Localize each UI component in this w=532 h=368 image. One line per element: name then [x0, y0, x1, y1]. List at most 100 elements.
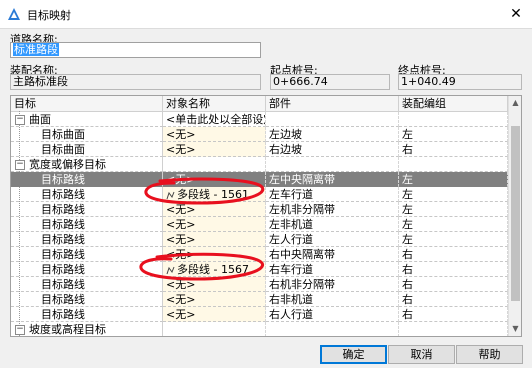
object-name-cell[interactable]	[163, 157, 266, 172]
header-object-name[interactable]: 对象名称	[163, 96, 266, 111]
target-cell[interactable]: 目标路线	[11, 187, 163, 202]
assembly-group-cell: 左	[399, 217, 508, 232]
collapse-toggle-icon[interactable]: −	[15, 160, 25, 170]
grid-header: 目标 对象名称 部件 装配编组	[11, 96, 508, 112]
object-name-cell[interactable]: <无>	[163, 277, 266, 292]
object-name-text: <无>	[166, 218, 196, 231]
start-station-field: 0+666.74	[270, 74, 390, 90]
table-row[interactable]: 目标路线 多段线 - 1567 右车行道右	[11, 262, 508, 277]
object-name-cell[interactable]: <无>	[163, 127, 266, 142]
target-cell[interactable]: 目标路线	[11, 172, 163, 187]
assembly-group-cell: 左	[399, 187, 508, 202]
object-name-text: <无>	[166, 143, 196, 156]
part-cell: 左非机道	[266, 217, 399, 232]
table-row[interactable]: 目标路线 多段线 - 1561 左车行道左	[11, 187, 508, 202]
object-name-cell[interactable]: <无>	[163, 142, 266, 157]
scroll-down-arrow-icon[interactable]: ▼	[509, 322, 521, 336]
target-label: 目标路线	[41, 293, 85, 306]
part-cell: 右机非分隔带	[266, 277, 399, 292]
part-cell: 右车行道	[266, 262, 399, 277]
part-cell: 右边坡	[266, 142, 399, 157]
object-name-text: <无>	[166, 308, 196, 321]
assembly-group-cell	[399, 322, 508, 336]
assembly-group-cell: 右	[399, 307, 508, 322]
object-name-text: <无>	[166, 173, 196, 186]
target-cell[interactable]: 目标路线	[11, 232, 163, 247]
target-cell[interactable]: 目标曲面	[11, 142, 163, 157]
target-cell[interactable]: − 曲面	[11, 112, 163, 127]
scroll-up-arrow-icon[interactable]: ▲	[509, 96, 521, 110]
table-row[interactable]: 目标路线 <无> 右人行道右	[11, 307, 508, 322]
close-button[interactable]: ✕	[500, 0, 532, 28]
object-name-cell[interactable]: 多段线 - 1567	[163, 262, 266, 277]
target-cell[interactable]: 目标路线	[11, 262, 163, 277]
part-cell: 左中央隔离带	[266, 172, 399, 187]
target-cell[interactable]: 目标曲面	[11, 127, 163, 142]
header-part[interactable]: 部件	[266, 96, 399, 111]
help-button[interactable]: 帮助	[456, 345, 523, 364]
tree-group-row[interactable]: −曲面<单击此处以全部设定>	[11, 112, 508, 127]
object-name-cell[interactable]: <无>	[163, 232, 266, 247]
target-cell[interactable]: 目标路线	[11, 292, 163, 307]
road-name-field[interactable]: 标准路段	[10, 42, 261, 58]
object-name-cell[interactable]: <无>	[163, 292, 266, 307]
group-label: 坡度或高程目标	[29, 323, 106, 336]
tree-group-row[interactable]: − 宽度或偏移目标	[11, 157, 508, 172]
target-cell[interactable]: 目标路线	[11, 277, 163, 292]
object-name-text: <单击此处以全部设定>	[166, 113, 265, 126]
target-cell[interactable]: 目标路线	[11, 307, 163, 322]
group-label: 曲面	[29, 113, 51, 126]
object-name-cell[interactable]: <无>	[163, 202, 266, 217]
object-name-text: 多段线 - 1561	[177, 188, 249, 201]
table-row[interactable]: 目标路线 <无> 右中央隔离带右	[11, 247, 508, 262]
target-cell[interactable]: − 宽度或偏移目标	[11, 157, 163, 172]
polyline-icon	[166, 191, 175, 199]
target-label: 目标曲面	[41, 128, 85, 141]
object-name-cell[interactable]: <无>	[163, 172, 266, 187]
target-cell[interactable]: 目标路线	[11, 217, 163, 232]
assembly-group-cell: 左	[399, 202, 508, 217]
table-row[interactable]: 目标路线 <无> 右机非分隔带右	[11, 277, 508, 292]
table-row[interactable]: 目标曲面 <无> 左边坡左	[11, 127, 508, 142]
assembly-group-cell: 右	[399, 277, 508, 292]
object-name-cell[interactable]: <无>	[163, 307, 266, 322]
ok-button[interactable]: 确定	[320, 345, 387, 364]
collapse-toggle-icon[interactable]: −	[15, 115, 25, 125]
target-cell[interactable]: 目标路线	[11, 202, 163, 217]
collapse-toggle-icon[interactable]: −	[15, 325, 25, 335]
object-name-cell[interactable]: <无>	[163, 247, 266, 262]
table-row[interactable]: 目标路线 <无> 左中央隔离带左	[11, 172, 508, 187]
object-name-cell[interactable]	[163, 322, 266, 336]
object-name-cell[interactable]: <单击此处以全部设定>	[163, 112, 266, 127]
target-label: 目标路线	[41, 263, 85, 276]
part-cell: 右中央隔离带	[266, 247, 399, 262]
table-row[interactable]: 目标路线 <无> 左非机道左	[11, 217, 508, 232]
target-cell[interactable]: 目标路线	[11, 247, 163, 262]
tree-group-row[interactable]: − 坡度或高程目标	[11, 322, 508, 336]
object-name-text: <无>	[166, 278, 196, 291]
part-cell	[266, 322, 399, 336]
table-row[interactable]: 目标曲面 <无> 右边坡右	[11, 142, 508, 157]
part-cell: 左人行道	[266, 232, 399, 247]
table-row[interactable]: 目标路线 <无> 左人行道左	[11, 232, 508, 247]
object-name-text: <无>	[166, 128, 196, 141]
cancel-button[interactable]: 取消	[388, 345, 455, 364]
road-name-value: 标准路段	[13, 43, 59, 56]
assembly-name-field: 主路标准段	[10, 74, 261, 90]
target-mapping-grid[interactable]: 目标 对象名称 部件 装配编组 −曲面<单击此处以全部设定>目标曲面<无>左边坡…	[10, 95, 522, 337]
assembly-group-cell: 左	[399, 232, 508, 247]
target-cell[interactable]: − 坡度或高程目标	[11, 322, 163, 336]
table-row[interactable]: 目标路线 <无> 左机非分隔带左	[11, 202, 508, 217]
vertical-scrollbar[interactable]: ▲ ▼	[508, 96, 521, 336]
header-target[interactable]: 目标	[11, 96, 163, 111]
object-name-text: 多段线 - 1567	[177, 263, 249, 276]
assembly-group-cell: 右	[399, 292, 508, 307]
table-row[interactable]: 目标路线 <无> 右非机道右	[11, 292, 508, 307]
scrollbar-thumb[interactable]	[511, 126, 520, 301]
object-name-cell[interactable]: <无>	[163, 217, 266, 232]
title-bar: 目标映射 ✕	[0, 0, 532, 29]
part-cell: 左机非分隔带	[266, 202, 399, 217]
header-assembly-group[interactable]: 装配编组	[399, 96, 508, 111]
end-station-field: 1+040.49	[398, 74, 522, 90]
object-name-cell[interactable]: 多段线 - 1561	[163, 187, 266, 202]
